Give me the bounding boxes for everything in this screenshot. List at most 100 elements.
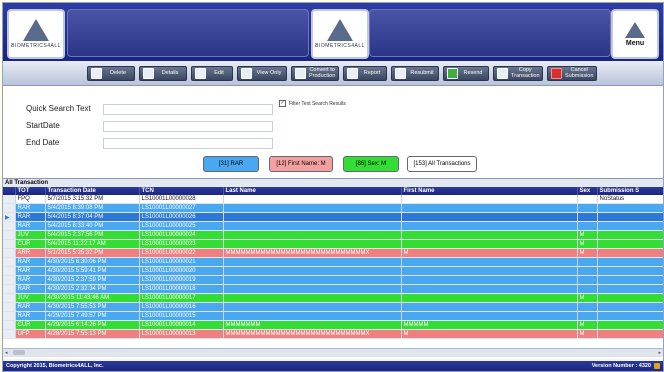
filter-text-search[interactable]: ✓ Filter Text Search Results: [279, 100, 346, 107]
resubmit-button[interactable]: Resubmit: [391, 66, 439, 81]
cell-transaction-date: 5/4/2015 2:37:56 PM: [45, 230, 140, 240]
convert-to-production-button[interactable]: Convert to Production: [291, 66, 339, 81]
cell-sex: M: [577, 230, 598, 240]
scroll-right-icon[interactable]: ▸: [658, 350, 661, 356]
cell-tcn: LS10001L00000026: [139, 212, 224, 222]
search-form: Quick Search Text StartDate End Date ✓ F…: [3, 86, 663, 178]
filter-all-transactions-button[interactable]: [153] All Transactions: [407, 156, 477, 172]
status-bar: Copyright 2015, Biometrics4ALL, Inc. Ver…: [3, 361, 663, 371]
col-tot[interactable]: TOT: [15, 187, 46, 195]
cell-tcn: LS10001L00000020: [139, 266, 224, 276]
logo-left: BIOMETRICS4ALL: [7, 9, 65, 59]
cell-tcn: LS10001L00000022: [139, 248, 224, 258]
document-icon: [91, 68, 102, 79]
row-selector: [3, 320, 16, 330]
cell-tot: RAR: [15, 221, 46, 231]
start-date-input[interactable]: [103, 121, 273, 132]
cell-submission-status: [597, 248, 663, 258]
table-row[interactable]: UFP 4/28/2015 7:55:13 PM LS10001L00000013 M…: [3, 329, 663, 339]
table-row[interactable]: JUV 4/30/2015 11:43:46 AM LS10001L00000017…: [3, 293, 663, 303]
table-row[interactable]: JUV 5/4/2015 2:37:56 PM LS10001L00000024 M: [3, 230, 663, 240]
action-toolbar: Delete Details Edit View Only Convert to…: [3, 61, 663, 86]
cell-tcn: LS10001L00000025: [139, 221, 224, 231]
view-only-button[interactable]: View Only: [237, 66, 287, 81]
delete-button[interactable]: Delete: [87, 66, 135, 81]
cell-first-name: MMMMM: [401, 320, 578, 330]
col-tcn[interactable]: TCN: [139, 187, 224, 195]
cancel-icon: [551, 68, 562, 79]
scroll-left-icon[interactable]: ◂: [5, 350, 8, 356]
cell-last-name: MMMMMMMMMMMMMMMMMMMMMMMMMMMMX: [223, 248, 402, 258]
row-selector: [3, 329, 16, 339]
cell-last-name: [223, 230, 402, 240]
cell-sex: [577, 195, 598, 204]
filter-rar-button[interactable]: [31] RAR: [203, 156, 259, 172]
document-icon: [143, 68, 154, 79]
details-button[interactable]: Details: [139, 66, 187, 81]
table-row[interactable]: RAR 4/30/2015 2:37:59 PM LS10001L00000019: [3, 275, 663, 285]
cell-tot: ARR: [15, 248, 46, 258]
cell-transaction-date: 4/30/2015 5:59:41 PM: [45, 266, 140, 276]
filter-checkbox[interactable]: ✓: [279, 100, 286, 107]
table-row[interactable]: ▶ RAR 5/4/2015 8:37:04 PM LS10001L00000026: [3, 212, 663, 222]
cell-sex: [577, 221, 598, 231]
col-last-name[interactable]: Last Name: [223, 187, 402, 195]
table-row[interactable]: CUR 5/4/2015 11:22:17 AM LS10001L00000023 M: [3, 239, 663, 249]
cell-first-name: [401, 293, 578, 303]
cell-last-name: [223, 239, 402, 249]
cell-tot: RAR: [15, 302, 46, 312]
copy-transaction-button[interactable]: Copy Transaction: [493, 66, 543, 81]
cell-tcn: LS10001L00000024: [139, 230, 224, 240]
cell-tcn: LS10001L00000018: [139, 284, 224, 294]
cell-last-name: [223, 266, 402, 276]
cell-last-name: MMMMMMM: [223, 320, 402, 330]
cell-first-name: [401, 302, 578, 312]
col-first-name[interactable]: First Name: [401, 187, 578, 195]
cell-sex: [577, 302, 598, 312]
table-row[interactable]: CUR 4/29/2015 6:14:26 PM LS10001L00000014 M…: [3, 320, 663, 330]
report-button[interactable]: Report: [343, 66, 387, 81]
cell-first-name: [401, 239, 578, 249]
cancel-submission-button[interactable]: Cancel Submission: [547, 66, 597, 81]
col-submission-status[interactable]: Submission S: [597, 187, 663, 195]
table-row[interactable]: RAR 4/30/2015 5:59:41 PM LS10001L00000020: [3, 266, 663, 276]
cell-transaction-date: 4/30/2015 7:55:53 PM: [45, 302, 140, 312]
horizontal-scrollbar[interactable]: ◂ ▸: [3, 348, 663, 357]
menu-button[interactable]: Menu: [611, 9, 659, 59]
table-row[interactable]: RAR 4/29/2015 7:49:57 PM LS10001L00000015: [3, 311, 663, 321]
transaction-table: TOT Transaction Date TCN Last Name First…: [3, 187, 663, 339]
cell-transaction-date: 5/1/2015 5:25:32 PM: [45, 248, 140, 258]
cell-transaction-date: 4/29/2015 6:14:26 PM: [45, 320, 140, 330]
row-selector: [3, 230, 16, 240]
end-date-input[interactable]: [103, 138, 273, 149]
row-selector: [3, 221, 16, 231]
convert-icon: [295, 68, 306, 79]
row-selector: [3, 248, 16, 258]
cell-tcn: LS10001L00000027: [139, 203, 224, 213]
table-row[interactable]: RAR 5/4/2015 8:33:40 PM LS10001L00000025: [3, 221, 663, 231]
table-row[interactable]: RAR 4/30/2015 2:32:34 PM LS10001L00000018: [3, 284, 663, 294]
transaction-grid: All Transaction TOT Transaction Date TCN…: [3, 178, 663, 359]
cell-last-name: [223, 203, 402, 213]
header-bar: BIOMETRICS4ALL BIOMETRICS4ALL Menu: [3, 3, 663, 61]
table-row[interactable]: FPQ 5/7/2015 3:15:32 PM LS10001L00000028 No…: [3, 195, 663, 204]
app-window: BIOMETRICS4ALL BIOMETRICS4ALL Menu Delet…: [2, 2, 664, 372]
col-sex[interactable]: Sex: [577, 187, 598, 195]
table-row[interactable]: RAR 5/4/2015 8:39:08 PM LS10001L00000027: [3, 203, 663, 213]
col-transaction-date[interactable]: Transaction Date: [45, 187, 140, 195]
quick-search-input[interactable]: [103, 104, 273, 115]
table-row[interactable]: RAR 4/30/2015 6:30:06 PM LS10001L00000021: [3, 257, 663, 267]
version-icon: [654, 363, 660, 369]
logo-icon: [625, 21, 645, 38]
cell-tot: UFP: [15, 329, 46, 339]
row-selector: [3, 266, 16, 276]
filter-first-name-button[interactable]: [12] First Name: M: [269, 156, 333, 172]
filter-sex-button[interactable]: [86] Sex: M: [343, 156, 399, 172]
table-row[interactable]: RAR 4/30/2015 7:55:53 PM LS10001L00000016: [3, 302, 663, 312]
cell-tot: RAR: [15, 257, 46, 267]
resend-button[interactable]: Resend: [443, 66, 489, 81]
scroll-thumb[interactable]: [13, 350, 25, 355]
table-body: FPQ 5/7/2015 3:15:32 PM LS10001L00000028 No…: [3, 195, 663, 339]
edit-button[interactable]: Edit: [191, 66, 233, 81]
table-row[interactable]: ARR 5/1/2015 5:25:32 PM LS10001L00000022 MM…: [3, 248, 663, 258]
